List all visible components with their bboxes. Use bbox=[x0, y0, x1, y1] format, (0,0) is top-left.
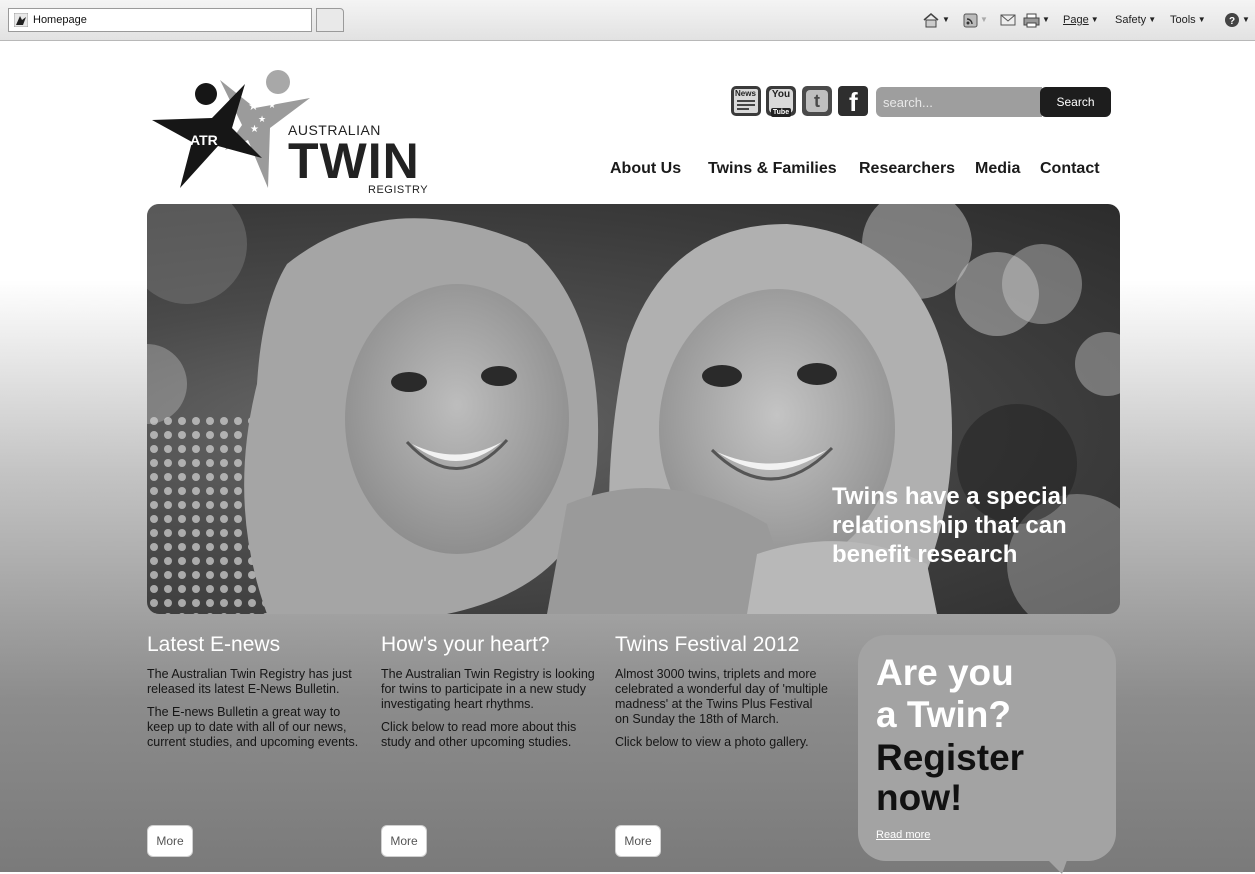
print-icon bbox=[1023, 13, 1040, 28]
promo-line3: Register bbox=[876, 737, 1025, 778]
youtube-icon-label: You bbox=[771, 89, 791, 100]
youtube-button[interactable]: You Tube bbox=[766, 86, 796, 117]
column-text: Almost 3000 twins, triplets and more cel… bbox=[615, 667, 828, 726]
column-text: The Australian Twin Registry is looking … bbox=[381, 667, 595, 711]
read-more-link[interactable]: Read more bbox=[876, 829, 930, 841]
svg-text:★: ★ bbox=[250, 124, 259, 135]
search-input[interactable] bbox=[876, 87, 1042, 117]
new-tab-button[interactable] bbox=[316, 8, 344, 32]
safety-menu[interactable]: Safety ▼ bbox=[1115, 11, 1156, 29]
svg-text:★: ★ bbox=[248, 99, 259, 113]
site-favicon-icon bbox=[14, 13, 28, 27]
speech-bubble-tail bbox=[1040, 852, 1070, 874]
youtube-icon: You Tube bbox=[769, 89, 793, 117]
column-title: Latest E-news bbox=[147, 633, 281, 656]
facebook-button[interactable]: f bbox=[838, 86, 868, 117]
column-title: How's your heart? bbox=[381, 633, 550, 656]
nav-about-us[interactable]: About Us bbox=[610, 160, 681, 178]
logo-line3: REGISTRY bbox=[368, 184, 429, 196]
help-button[interactable]: ? ▼ bbox=[1224, 11, 1250, 29]
news-more-button[interactable]: More bbox=[147, 825, 193, 857]
column-text: The E-news Bulletin a great way to keep … bbox=[147, 705, 359, 749]
print-button[interactable]: ▼ bbox=[1023, 11, 1050, 29]
promo-line4: now! bbox=[876, 777, 963, 818]
svg-text:★: ★ bbox=[268, 100, 276, 110]
site-logo[interactable]: ★ ★ ★ ★ ATR AUSTRALIAN TWIN REGISTRY bbox=[150, 70, 429, 196]
youtube-icon-sublabel: Tube bbox=[770, 108, 792, 117]
nav-contact[interactable]: Contact bbox=[1040, 160, 1100, 178]
heart-study-column: How's your heart? The Australian Twin Re… bbox=[381, 633, 595, 750]
twitter-icon-label: t bbox=[814, 91, 820, 111]
news-icon-label: News bbox=[735, 89, 756, 98]
svg-text:?: ? bbox=[1229, 16, 1235, 27]
logo-line2: TWIN bbox=[288, 133, 420, 189]
read-mail-icon bbox=[1000, 14, 1016, 26]
news-icon: News bbox=[734, 89, 758, 113]
column-text: The Australian Twin Registry has just re… bbox=[147, 667, 352, 696]
promo-call-to-action: Register now! bbox=[876, 738, 1024, 818]
heart-study-more-button[interactable]: More bbox=[381, 825, 427, 857]
hero-caption: Twins have a special relationship that c… bbox=[832, 483, 1068, 568]
svg-text:★: ★ bbox=[258, 114, 266, 124]
facebook-icon: f bbox=[849, 87, 858, 117]
help-icon: ? bbox=[1225, 13, 1239, 28]
read-mail-button[interactable] bbox=[1000, 11, 1016, 29]
logo-badge-text: ATR bbox=[190, 132, 218, 148]
feeds-button[interactable]: ▼ bbox=[963, 11, 988, 29]
news-button[interactable]: News bbox=[731, 86, 761, 116]
nav-twins-families[interactable]: Twins & Families bbox=[708, 160, 837, 178]
festival-column: Twins Festival 2012 Almost 3000 twins, t… bbox=[615, 633, 829, 750]
home-icon bbox=[923, 13, 939, 28]
search-button[interactable]: Search bbox=[1040, 87, 1111, 117]
column-text: Click below to read more about this stud… bbox=[381, 720, 577, 749]
festival-more-button[interactable]: More bbox=[615, 825, 661, 857]
home-button[interactable]: ▼ bbox=[922, 11, 950, 29]
column-text: Click below to view a photo gallery. bbox=[615, 735, 809, 749]
twitter-button[interactable]: t bbox=[802, 86, 832, 116]
promo-line2: a Twin? bbox=[876, 694, 1011, 735]
promo-question: Are you a Twin? bbox=[876, 652, 1014, 736]
page-menu-label: Page bbox=[1063, 14, 1089, 26]
rss-feed-icon bbox=[963, 13, 978, 28]
nav-media[interactable]: Media bbox=[975, 160, 1020, 178]
nav-researchers[interactable]: Researchers bbox=[859, 160, 955, 178]
browser-toolbar: Homepage ▼ ▼ ▼ Page ▼ Safety ▼ Tools ▼ ?… bbox=[0, 0, 1255, 41]
twitter-icon: t bbox=[806, 90, 828, 112]
hero-banner[interactable]: Twins have a special relationship that c… bbox=[147, 204, 1120, 614]
tools-menu[interactable]: Tools ▼ bbox=[1170, 11, 1206, 29]
tools-menu-label: Tools bbox=[1170, 14, 1196, 26]
page-menu[interactable]: Page ▼ bbox=[1063, 11, 1099, 29]
safety-menu-label: Safety bbox=[1115, 14, 1147, 26]
promo-line1: Are you bbox=[876, 652, 1014, 693]
column-title: Twins Festival 2012 bbox=[615, 633, 800, 656]
browser-tab[interactable]: Homepage bbox=[8, 8, 312, 32]
news-column: Latest E-news The Australian Twin Regist… bbox=[147, 633, 361, 750]
tab-title: Homepage bbox=[33, 14, 87, 26]
